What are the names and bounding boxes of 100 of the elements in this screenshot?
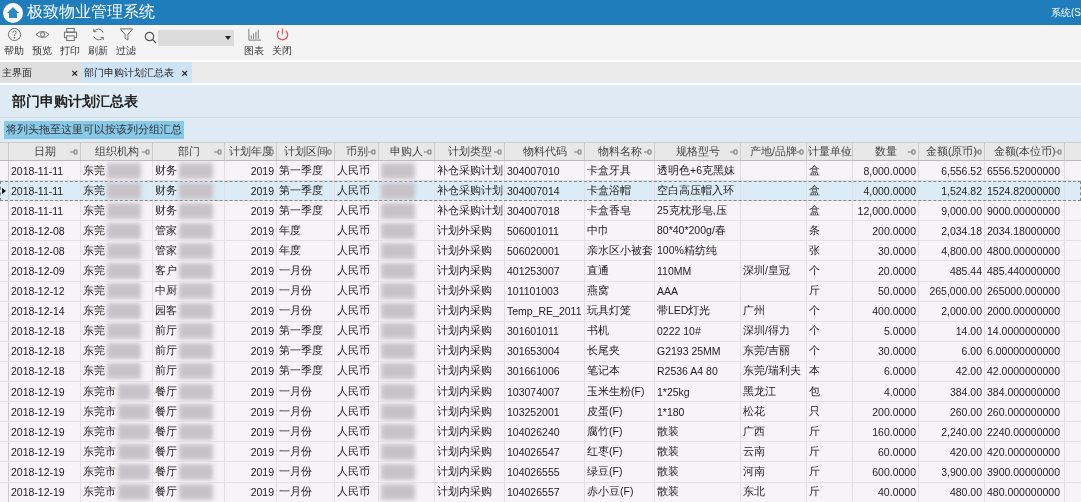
redaction-blur xyxy=(381,383,415,400)
table-cell: 304007018 xyxy=(507,204,560,217)
table-row[interactable]: 2018-12-19 东莞市 餐厅 2019 一月份 人民币 计划内采购 103074007 玉米生粉(F) 1*25kg 黑龙江 包 4.0000 384.00 384.000000000 xyxy=(0,382,1081,403)
table-cell: 2018-12-14 xyxy=(11,305,65,318)
table-cell: 计划外采购 xyxy=(437,284,492,299)
table-cell: 260.000000000 xyxy=(987,405,1060,418)
pin-icon[interactable] xyxy=(908,149,916,155)
toolbar-button[interactable]: 关闭 xyxy=(270,27,294,58)
column-header[interactable]: 数量 xyxy=(853,143,919,160)
table-row[interactable]: 2018-12-18 东莞 前厅 2019 第一季度 人民币 计划内采购 301653004 长尾夹 G2193 25MM 东莞/吉丽 个 30.0000 6.00 6.00000000000 xyxy=(0,341,1081,362)
redaction-blur xyxy=(107,242,141,259)
pin-icon[interactable] xyxy=(70,149,78,155)
table-row[interactable]: 2018-12-19 东莞市 餐厅 2019 一月份 人民币 计划内采购 104026557 赤小豆(F) 散装 东北 斤 40.0000 480.00 480.000000000 xyxy=(0,482,1081,502)
table-cell: 人民币 xyxy=(337,344,370,359)
pin-icon[interactable] xyxy=(842,149,850,155)
table-cell: 2019 xyxy=(250,486,274,499)
pin-icon[interactable] xyxy=(1054,149,1062,155)
pin-icon[interactable] xyxy=(974,149,982,155)
redaction-blur xyxy=(381,222,415,239)
column-header[interactable]: 计划年度 xyxy=(225,143,277,160)
table-row[interactable]: 2018-11-11 东莞 财务 2019 第一季度 人民币 补仓采购计划 304007018 卡盒香皂 25克枕形皂,压 盒 12,000.0000 9,000.00 9000.00000000 xyxy=(0,201,1081,222)
table-cell: 人民币 xyxy=(337,264,370,278)
document-tab[interactable]: 部门申购计划汇总表 × xyxy=(82,62,192,83)
pin-icon[interactable] xyxy=(142,149,150,155)
column-header[interactable]: 计划类型 xyxy=(435,143,505,160)
toolbar-button[interactable]: 帮助 xyxy=(2,27,26,58)
table-row[interactable]: 2018-12-14 东莞 园客 2019 一月份 人民币 计划内采购 Temp_RE_2011 玩具灯笼 带LED灯光 广州 个 400.0000 2,000.00 2000.00000000 xyxy=(0,301,1081,322)
table-cell: 卡盒浴帽 xyxy=(587,183,631,198)
column-header[interactable]: 币别 xyxy=(335,143,379,160)
redaction-blur xyxy=(381,162,415,179)
pin-icon[interactable] xyxy=(266,149,274,155)
column-header[interactable]: 部门 xyxy=(153,143,225,160)
table-row[interactable]: 2018-12-18 东莞 前厅 2019 第一季度 人民币 计划内采购 301661006 笔记本 R2536 A4 80 东莞/瑞利夫 本 6.0000 42.00 42.0000000000 xyxy=(0,361,1081,383)
column-header[interactable]: 申购人 xyxy=(379,143,435,160)
table-cell: 103074007 xyxy=(507,385,560,398)
table-cell: 亲水区小被套 xyxy=(587,243,653,258)
table-cell: 265,000.00 xyxy=(929,285,982,298)
pin-icon[interactable] xyxy=(214,149,222,155)
pin-icon[interactable] xyxy=(368,149,376,155)
system-menu[interactable]: 系统(S xyxy=(1051,5,1081,20)
pin-icon[interactable] xyxy=(574,149,582,155)
redaction-blur xyxy=(107,283,141,300)
table-cell: 空白高压帽入环 xyxy=(657,183,734,198)
toolbar-button[interactable]: 打印 xyxy=(58,27,82,58)
table-cell: 2019 xyxy=(250,425,274,438)
table-cell: 人民币 xyxy=(337,464,370,479)
table-cell: 6.00 xyxy=(961,345,982,358)
pin-icon[interactable] xyxy=(494,149,502,155)
redaction-blur xyxy=(179,303,213,320)
pin-icon[interactable] xyxy=(424,149,432,155)
redaction-blur xyxy=(118,383,150,400)
pin-icon[interactable] xyxy=(730,149,738,155)
column-header[interactable]: 金额(本位币) xyxy=(985,143,1065,160)
redaction-blur xyxy=(118,463,150,480)
table-cell: 餐厅 xyxy=(155,424,177,439)
table-row[interactable]: 2018-12-19 东莞市 餐厅 2019 一月份 人民币 计划内采购 103252001 皮蛋(F) 1*180 松花 只 200.0000 260.00 260.000000000 xyxy=(0,402,1081,423)
table-cell: 玉米生粉(F) xyxy=(587,384,645,399)
column-header[interactable]: 产地/品牌 xyxy=(741,143,807,160)
table-cell: 中厨 xyxy=(155,284,177,299)
pin-icon[interactable] xyxy=(644,149,652,155)
column-header[interactable]: 规格型号 xyxy=(655,143,741,160)
table-cell: 计划内采购 xyxy=(437,485,492,500)
table-cell: 东莞市 xyxy=(83,384,116,399)
table-row[interactable]: 2018-12-19 东莞市 餐厅 2019 一月份 人民币 计划内采购 104026240 腐竹(F) 散装 广西 斤 160.0000 2,240.00 2240.00000000 xyxy=(0,422,1081,443)
table-cell: 一月份 xyxy=(279,264,312,278)
column-header[interactable]: 组织机构 xyxy=(81,143,153,160)
toolbar-button[interactable]: 预览 xyxy=(30,27,54,58)
document-tab[interactable]: 主界面 × xyxy=(0,62,82,83)
close-icon[interactable]: × xyxy=(181,66,188,79)
redaction-blur xyxy=(107,162,141,179)
table-row[interactable]: 2018-12-08 东莞 管家 2019 年度 人民币 计划外采购 506020001 亲水区小被套 100%精纺纯 张 30.0000 4,800.00 4800.00000000 xyxy=(0,241,1081,262)
table-row[interactable]: 2018-12-08 东莞 管家 2019 年度 人民币 计划外采购 506001011 中巾 80*40*200g/春 条 200.0000 2,034.18 2034.18000000 xyxy=(0,221,1081,242)
redaction-blur xyxy=(107,263,141,279)
pin-icon[interactable] xyxy=(796,149,804,155)
table-cell: 2018-12-18 xyxy=(11,345,65,358)
table-cell: 2018-12-19 xyxy=(11,486,65,499)
table-cell: 前厅 xyxy=(155,364,177,379)
table-cell: 广西 xyxy=(743,424,765,439)
column-header[interactable]: 计量单位 xyxy=(807,143,853,160)
table-row[interactable]: 2018-11-11 东莞 财务 2019 第一季度 人民币 补仓采购计划 304007014 卡盒浴帽 空白高压帽入环 盒 4,000.0000 1,524.82 1524.82000000 xyxy=(0,181,1081,202)
redaction-blur xyxy=(179,463,213,480)
column-header[interactable]: 金额(原币) xyxy=(919,143,985,160)
table-row[interactable]: 2018-12-18 东莞 前厅 2019 第一季度 人民币 计划内采购 301601011 书机 0222 10# 深圳/得力 个 5.0000 14.00 14.0000000000 xyxy=(0,321,1081,342)
close-icon[interactable]: × xyxy=(71,66,78,79)
table-cell: 420.00 xyxy=(949,445,982,458)
table-cell: 散装 xyxy=(657,444,679,459)
table-row[interactable]: 2018-12-12 东莞 中厨 2019 一月份 人民币 计划外采购 101101003 燕窝 AAA 斤 50.0000 265,000.00 265000.000000 xyxy=(0,281,1081,302)
toolbar-button[interactable]: 过滤 xyxy=(114,27,138,58)
table-row[interactable]: 2018-12-19 东莞市 餐厅 2019 一月份 人民币 计划内采购 104026547 红枣(F) 散装 云南 斤 60.0000 420.00 420.000000000 xyxy=(0,442,1081,463)
toolbar-button[interactable]: 图表 xyxy=(242,27,266,58)
table-row[interactable]: 2018-12-09 东莞 客户 2019 一月份 人民币 计划内采购 401253007 直通 110MM 深圳/皇冠 个 20.0000 485.44 485.440000000 xyxy=(0,261,1081,282)
power-icon xyxy=(274,27,290,42)
column-header[interactable]: 物料名称 xyxy=(585,143,655,160)
toolbar-button[interactable]: 刷新 xyxy=(86,27,110,58)
column-header[interactable]: 物料代码 xyxy=(505,143,585,160)
column-header[interactable]: 计划区间 xyxy=(277,143,335,160)
table-cell: 2,240.00 xyxy=(941,425,982,438)
table-cell: 东莞 xyxy=(83,324,105,339)
column-header[interactable]: 日期 xyxy=(9,143,81,160)
table-row[interactable]: 2018-12-19 东莞市 餐厅 2019 一月份 人民币 计划内采购 104026555 绿豆(F) 散装 河南 斤 600.0000 3,900.00 3900.00000000 xyxy=(0,462,1081,483)
